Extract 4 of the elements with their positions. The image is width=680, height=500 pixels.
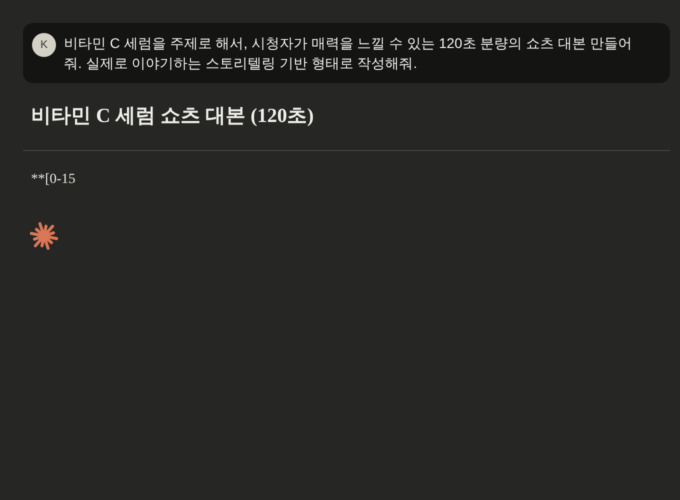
user-avatar: K (32, 33, 56, 57)
response-heading: 비타민 C 세럼 쇼츠 대본 (120초) (31, 104, 315, 129)
response-text: **[0-15 (31, 171, 76, 189)
user-message-text: 비타민 C 세럼을 주제로 해서, 시청자가 매력을 느낄 수 있는 120초 분량의 쇼츠 대본 만들어줘. 실제로 이야기하는 스토리텔링 기반 형태로 작성해줘. (64, 34, 633, 73)
